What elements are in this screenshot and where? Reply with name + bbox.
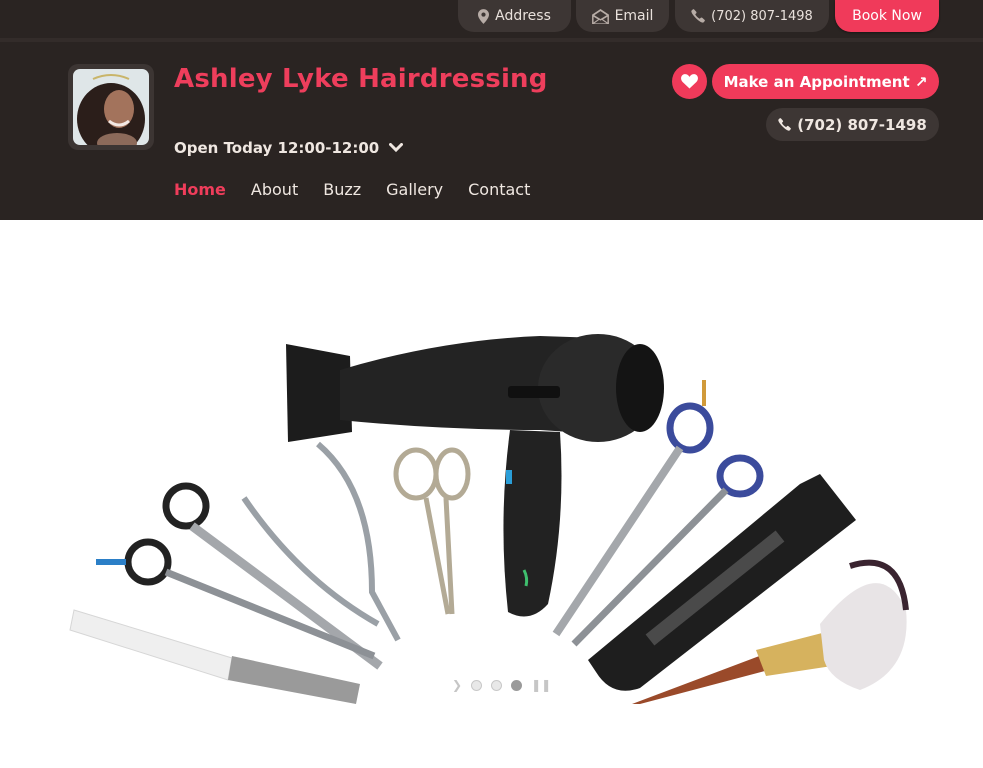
favorite-button[interactable]	[672, 64, 707, 99]
slider-dot[interactable]	[471, 679, 483, 691]
book-now-label: Book Now	[852, 8, 922, 24]
make-appointment-button[interactable]: Make an Appointment ↗	[712, 64, 939, 99]
cuticle-scissors-image	[393, 447, 471, 615]
heart-icon	[681, 74, 698, 89]
slider-pause-icon[interactable]: ❚❚	[531, 678, 551, 692]
slider-next-icon[interactable]: ❯	[452, 678, 462, 692]
slider-controls: ❯ ❚❚	[452, 678, 551, 692]
slider-dot[interactable]	[491, 679, 503, 691]
envelope-icon	[591, 8, 609, 24]
email-button[interactable]: Email	[576, 0, 669, 32]
phone-icon	[778, 118, 792, 131]
nav-item-gallery[interactable]: Gallery	[386, 180, 443, 199]
book-now-button[interactable]: Book Now	[835, 0, 939, 32]
header-phone-label: (702) 807-1498	[797, 115, 927, 134]
nav-item-home[interactable]: Home	[174, 180, 226, 199]
email-label: Email	[614, 8, 654, 24]
site-header: Ashley Lyke Hairdressing Open Today 12:0…	[0, 38, 983, 220]
appointment-label: Make an Appointment ↗	[723, 72, 928, 91]
page-title: Ashley Lyke Hairdressing	[174, 64, 548, 94]
nav-item-buzz[interactable]: Buzz	[323, 180, 361, 199]
phone-icon	[691, 9, 706, 23]
top-phone-button[interactable]: (702) 807-1498	[675, 0, 829, 32]
avatar-image	[73, 69, 149, 145]
hours-dropdown[interactable]: Open Today 12:00-12:00	[174, 139, 404, 157]
header-phone-button[interactable]: (702) 807-1498	[766, 108, 939, 141]
nav-item-about[interactable]: About	[251, 180, 298, 199]
address-button[interactable]: Address	[458, 0, 571, 32]
chevron-down-icon	[389, 143, 404, 153]
top-phone-label: (702) 807-1498	[711, 8, 813, 24]
slider-dot-active[interactable]	[511, 679, 523, 691]
avatar[interactable]	[68, 64, 154, 150]
main-nav: Home About Buzz Gallery Contact	[174, 180, 530, 199]
map-pin-icon	[478, 8, 490, 24]
hero-slider: ❯ ❚❚	[0, 220, 983, 768]
nav-item-contact[interactable]: Contact	[468, 180, 530, 199]
top-utility-bar: Address Email (702) 807-1498 Book Now	[0, 0, 983, 38]
hours-label: Open Today 12:00-12:00	[174, 139, 380, 157]
address-label: Address	[495, 8, 551, 24]
